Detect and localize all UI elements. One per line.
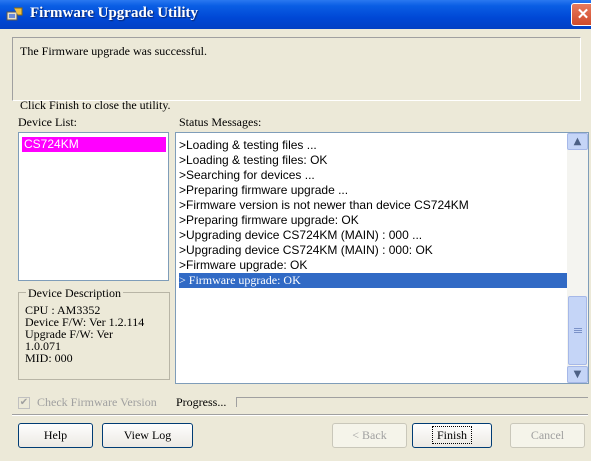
status-line: >Firmware version is not newer than devi… [179,198,469,212]
grip-line [574,330,582,331]
device-list[interactable]: CS724KM [18,132,169,281]
device-description-legend: Device Description [26,286,123,301]
window-title: Firmware Upgrade Utility [30,5,199,21]
device-list-item[interactable]: CS724KM [22,137,166,152]
status-messages-list[interactable]: >Loading & testing files ... >Loading & … [175,132,589,384]
status-line: >Preparing firmware upgrade ... [179,183,349,197]
progress-label: Progress... [176,395,227,409]
finish-button-label: Finish [431,426,473,444]
status-scrollbar[interactable]: ▲ ▼ [567,133,588,383]
finish-button[interactable]: Finish [412,423,492,448]
title-bar[interactable]: Firmware Upgrade Utility ✕ [0,0,591,29]
status-line: >Upgrading device CS724KM (MAIN) : 000 .… [179,228,423,242]
grip-line [574,328,582,329]
cancel-button[interactable]: Cancel [510,423,585,448]
status-line: >Firmware upgrade: OK [179,258,308,272]
scroll-thumb[interactable] [568,296,587,365]
mid-info: MID: 000 [25,351,73,365]
close-icon[interactable]: ✕ [571,3,591,26]
view-log-button[interactable]: View Log [102,423,193,448]
instruction-message: Click Finish to close the utility. [20,98,171,112]
progress-bar [236,397,588,407]
check-firmware-checkbox[interactable]: ✔ [18,397,30,409]
back-button[interactable]: < Back [332,423,407,448]
status-line: >Upgrading device CS724KM (MAIN) : 000: … [179,243,433,257]
status-line-selected[interactable]: > Firmware upgrade: OK [179,273,571,288]
help-button[interactable]: Help [18,423,93,448]
status-line: >Searching for devices ... [179,168,315,182]
separator [12,414,588,416]
status-line: >Preparing firmware upgrade: OK [179,213,359,227]
status-line: >Loading & testing files ... [179,138,317,152]
app-icon [6,7,23,21]
scroll-down-icon[interactable]: ▼ [567,366,588,383]
status-messages-label: Status Messages: [179,115,262,129]
device-list-label: Device List: [18,115,77,129]
success-message: The Firmware upgrade was successful. [20,44,207,58]
status-line: >Loading & testing files: OK [179,153,328,167]
scroll-up-icon[interactable]: ▲ [567,133,588,150]
grip-line [574,332,582,333]
check-firmware-label: Check Firmware Version [37,395,157,409]
firmware-upgrade-window: Firmware Upgrade Utility ✕ The Firmware … [0,0,591,461]
